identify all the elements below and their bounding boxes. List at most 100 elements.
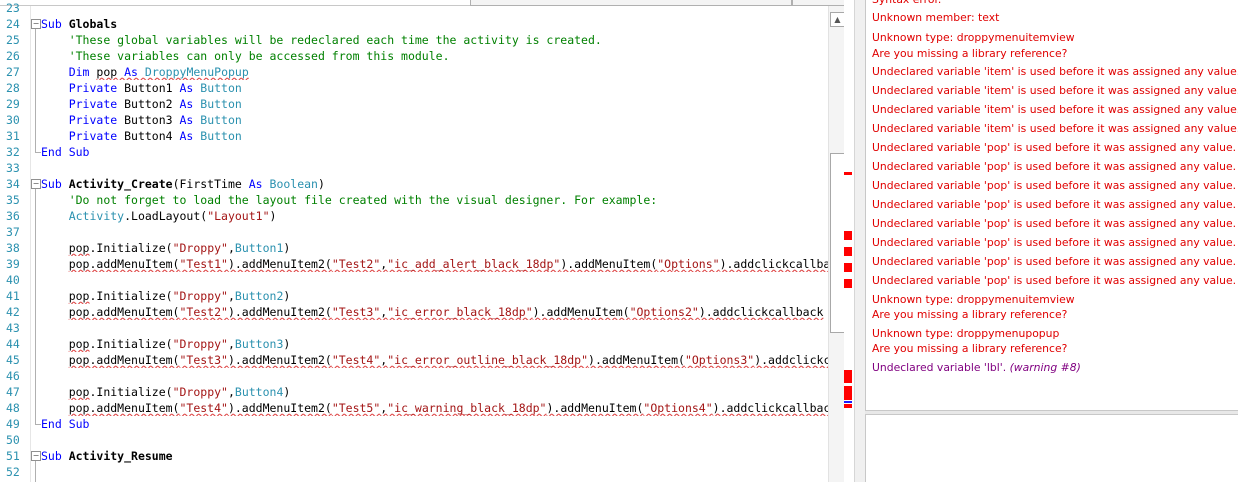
code-line[interactable]: 30 Private Button3 As Button — [0, 112, 828, 128]
error-marker[interactable] — [844, 263, 852, 272]
code-line[interactable]: 23 — [0, 0, 828, 16]
warning-item[interactable]: Unknown type: droppymenuitemview — [872, 30, 1075, 46]
vertical-scrollbar[interactable]: ▲ — [828, 6, 845, 482]
code-text: pop.Initialize("Droppy",Button3) — [41, 336, 291, 352]
code-line[interactable]: 49 End Sub — [0, 416, 828, 432]
code-token-error: As — [124, 65, 145, 79]
warning-item[interactable]: Undeclared variable 'lbl'. (warning #8) — [872, 360, 1081, 376]
warning-item[interactable]: Undeclared variable 'pop' is used before… — [872, 178, 1236, 194]
fold-toggle-icon[interactable]: − — [31, 19, 41, 29]
warning-item[interactable]: Are you missing a library reference? — [872, 341, 1067, 357]
error-marker[interactable] — [844, 401, 852, 403]
code-text: Dim pop As DroppyMenuPopup — [41, 64, 249, 80]
code-line[interactable]: 32 End Sub — [0, 144, 828, 160]
code-line[interactable]: 26 'These variables can only be accessed… — [0, 48, 828, 64]
code-token-error: ).addMenuItem2( — [227, 353, 332, 367]
warning-item[interactable]: Undeclared variable 'pop' is used before… — [872, 273, 1236, 289]
code-line[interactable]: 24 − Sub Globals — [0, 16, 828, 32]
code-line[interactable]: 46 — [0, 368, 828, 384]
warning-text: Are you missing a library reference? — [872, 342, 1068, 355]
code-line[interactable]: 52 — [0, 464, 828, 480]
code-line[interactable]: 37 — [0, 224, 828, 240]
warning-item[interactable]: Unknown member: text — [872, 10, 999, 26]
line-number: 23 — [6, 1, 20, 15]
logs-panel — [865, 415, 1238, 482]
error-marker[interactable] — [844, 404, 852, 408]
scroll-up-icon[interactable]: ▲ — [830, 12, 845, 27]
warning-item[interactable]: Unknown type: droppymenuitemview — [872, 292, 1075, 308]
warning-item[interactable]: Are you missing a library reference? — [872, 46, 1067, 62]
warning-item[interactable]: Undeclared variable 'pop' is used before… — [872, 140, 1236, 156]
code-line[interactable]: 50 — [0, 432, 828, 448]
line-number: 38 — [6, 241, 20, 255]
warning-text: Undeclared variable 'item' is used befor… — [872, 122, 1238, 135]
code-token: Button — [200, 81, 242, 95]
code-token-error: "Test2" — [179, 305, 228, 319]
fold-guide — [35, 29, 36, 152]
error-marker[interactable] — [844, 247, 852, 256]
code-editor[interactable]: 23 24− Sub Globals 25 'These global variabl… — [0, 0, 848, 482]
warning-item[interactable]: Undeclared variable 'pop' is used before… — [872, 235, 1236, 251]
warning-item[interactable]: Undeclared variable 'item' is used befor… — [872, 102, 1238, 118]
warning-item[interactable]: Undeclared variable 'pop' is used before… — [872, 197, 1236, 213]
warning-item[interactable]: Undeclared variable 'pop' is used before… — [872, 159, 1236, 175]
line-number: 46 — [6, 369, 20, 383]
error-marker[interactable] — [844, 172, 852, 175]
code-line[interactable]: 47 pop.Initialize("Droppy",Button4) — [0, 384, 828, 400]
code-token: Activity_Create — [68, 177, 173, 191]
line-number: 26 — [6, 49, 20, 63]
error-marker[interactable] — [844, 231, 852, 240]
warning-item[interactable]: Undeclared variable 'item' is used befor… — [872, 83, 1238, 99]
line-number: 48 — [6, 401, 20, 415]
code-line[interactable]: 31 Private Button4 As Button — [0, 128, 828, 144]
code-line[interactable]: 51 − Sub Activity_Resume — [0, 448, 828, 464]
code-token-error: ).addMenuItem2( — [227, 401, 332, 415]
code-text: pop.addMenuItem("Test3").addMenuItem2("T… — [41, 352, 828, 368]
code-line[interactable]: 45 pop.addMenuItem("Test3").addMenuItem2… — [0, 352, 828, 368]
warning-item[interactable]: Are you missing a library reference? — [872, 307, 1067, 323]
warning-item[interactable]: Undeclared variable 'pop' is used before… — [872, 254, 1236, 270]
warning-item[interactable]: Undeclared variable 'pop' is used before… — [872, 216, 1236, 232]
code-line[interactable]: 42 pop.addMenuItem("Test2").addMenuItem2… — [0, 304, 828, 320]
code-text: Activity.LoadLayout("Layout1") — [41, 208, 277, 224]
line-number: 43 — [6, 321, 20, 335]
fold-toggle-icon[interactable]: − — [31, 451, 41, 461]
warning-item[interactable]: Syntax error. — [872, 0, 941, 8]
code-line[interactable]: 40 — [0, 272, 828, 288]
warning-item[interactable]: Undeclared variable 'item' is used befor… — [872, 64, 1238, 80]
code-line[interactable]: 41 pop.Initialize("Droppy",Button2) — [0, 288, 828, 304]
code-line[interactable]: 38 pop.Initialize("Droppy",Button1) — [0, 240, 828, 256]
code-line[interactable]: 48 pop.addMenuItem("Test4").addMenuItem2… — [0, 400, 828, 416]
code-token: Activity_Resume — [68, 449, 173, 463]
code-token-error: "ic_add_alert_black_18dp" — [387, 257, 561, 271]
error-marker[interactable] — [844, 279, 852, 288]
line-number: 31 — [6, 129, 20, 143]
error-marker-strip[interactable] — [844, 0, 854, 482]
code-token: , — [227, 241, 235, 255]
scrollbar-thumb[interactable] — [830, 153, 845, 333]
code-token: As — [179, 97, 201, 111]
code-token-error: pop.addMenuItem( — [68, 257, 180, 271]
code-line[interactable]: 39 pop.addMenuItem("Test1").addMenuItem2… — [0, 256, 828, 272]
code-line[interactable]: 33 — [0, 160, 828, 176]
code-line[interactable]: 29 Private Button2 As Button — [0, 96, 828, 112]
error-marker[interactable] — [844, 386, 852, 400]
warning-item[interactable]: Unknown type: droppymenupopup — [872, 326, 1059, 342]
warning-item[interactable]: Undeclared variable 'item' is used befor… — [872, 121, 1238, 137]
fold-toggle-icon[interactable]: − — [31, 179, 41, 189]
code-line[interactable]: 43 — [0, 320, 828, 336]
code-token-error: "Options2" — [629, 305, 699, 319]
code-line[interactable]: 27 Dim pop As DroppyMenuPopup — [0, 64, 828, 80]
code-line[interactable]: 44 pop.Initialize("Droppy",Button3) — [0, 336, 828, 352]
error-marker[interactable] — [844, 370, 852, 383]
fold-guide — [35, 189, 36, 424]
code-line[interactable]: 36 Activity.LoadLayout("Layout1") — [0, 208, 828, 224]
code-line[interactable]: 25 'These global variables will be redec… — [0, 32, 828, 48]
code-token: Button4 — [124, 129, 180, 143]
code-line[interactable]: 34 − Sub Activity_Create(FirstTime As Bool… — [0, 176, 828, 192]
code-line[interactable]: 28 Private Button1 As Button — [0, 80, 828, 96]
code-line[interactable]: 35 'Do not forget to load the layout fil… — [0, 192, 828, 208]
